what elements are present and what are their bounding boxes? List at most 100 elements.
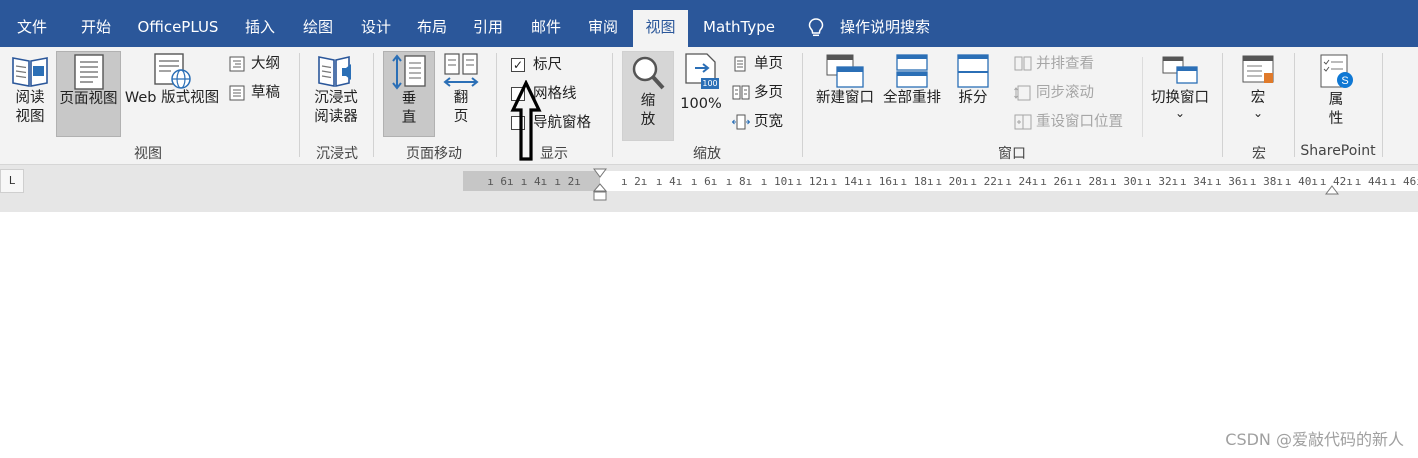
- tab-home[interactable]: 开始: [70, 10, 122, 47]
- tab-file[interactable]: 文件: [4, 10, 60, 47]
- tab-stop-selector[interactable]: L: [0, 169, 24, 193]
- sync-scroll-label: 同步滚动: [1036, 85, 1094, 101]
- group-separator: [299, 53, 300, 157]
- zoom-label-2: 放: [640, 112, 656, 128]
- zoom-100-label: 100%: [680, 96, 722, 112]
- macros-icon: [1242, 55, 1274, 83]
- tab-mathtype[interactable]: MathType: [694, 10, 784, 47]
- ruler-tick-label: ı 32ı: [1145, 175, 1179, 188]
- ruler-tick-label: ı 6ı: [487, 175, 514, 188]
- tab-draw[interactable]: 绘图: [292, 10, 344, 47]
- vertical-button[interactable]: 垂 直: [383, 51, 435, 137]
- one-page-icon: [734, 56, 746, 72]
- web-layout-button[interactable]: Web 版式视图: [122, 51, 222, 137]
- multiple-pages-button[interactable]: 多页: [732, 82, 792, 104]
- outline-icon: [229, 56, 245, 72]
- vertical-scroll-icon: [392, 54, 426, 90]
- arrange-all-button[interactable]: 全部重排: [880, 51, 944, 137]
- ruler-tick-label: ı 36ı: [1214, 175, 1249, 188]
- page-width-button[interactable]: 页宽: [732, 111, 792, 133]
- read-mode-label-1: 阅读: [15, 90, 45, 106]
- tab-stop-symbol: L: [8, 174, 16, 187]
- document-canvas[interactable]: CSDN @爱敲代码的新人: [0, 212, 1418, 458]
- draft-label: 草稿: [251, 85, 280, 101]
- tab-mailings[interactable]: 邮件: [520, 10, 572, 47]
- sync-scroll-icon: [1014, 85, 1031, 101]
- one-page-button[interactable]: 单页: [732, 53, 792, 75]
- ruler-label: 标尺: [533, 57, 562, 73]
- ruler-tick-label: ı 18ı: [900, 175, 934, 188]
- properties-button[interactable]: S 属 性: [1312, 51, 1360, 137]
- side-to-side-icon: [443, 53, 479, 87]
- tab-view[interactable]: 视图: [633, 10, 688, 47]
- immersive-reader-icon: [318, 55, 351, 88]
- horizontal-ruler[interactable]: ı 6ı ı 4ı ı 2ı ı 2ı ı 4ı ı 6ı ı 8ı ı 10ı ı 12ı ı …: [463, 168, 1418, 201]
- ruler-tick-label: ı 10ı: [760, 175, 794, 188]
- ruler-tick-label: ı 2ı: [620, 175, 648, 188]
- tab-officeplus[interactable]: OfficePLUS: [128, 10, 228, 47]
- ruler-tick-label: ı 40ı: [1284, 175, 1318, 188]
- zoom-label-1: 缩: [640, 93, 656, 109]
- ruler-bar: L ı 6ı ı 4ı ı 2ı ı 2ı ı 4ı ı 6ı ı 8ı ı 10ı ı 12ı…: [0, 165, 1418, 212]
- new-window-button[interactable]: 新建窗口: [812, 51, 878, 137]
- reset-position-icon: [1014, 114, 1032, 130]
- sharepoint-group-label: SharePoint: [1300, 143, 1376, 159]
- split-label: 拆分: [958, 90, 988, 106]
- ruler-tick-label: ı 38ı: [1249, 175, 1284, 188]
- read-mode-label-2: 视图: [15, 109, 45, 125]
- ruler-tick-label: ı 8ı: [725, 175, 753, 188]
- group-separator: [1222, 53, 1223, 157]
- ruler-tick-label: ı 4ı: [520, 175, 548, 188]
- tab-references[interactable]: 引用: [462, 10, 514, 47]
- zoom-button[interactable]: 缩 放: [622, 51, 674, 141]
- immersive-reader-button[interactable]: 沉浸式 阅读器: [308, 51, 364, 137]
- ruler-tick-label: ı 26ı: [1040, 175, 1074, 188]
- vertical-label-1: 垂: [401, 91, 417, 107]
- multiple-pages-label: 多页: [754, 85, 783, 101]
- tab-label: 文件: [16, 18, 47, 36]
- print-layout-button[interactable]: 页面视图: [56, 51, 121, 137]
- tab-layout[interactable]: 布局: [406, 10, 458, 47]
- reset-window-position-button[interactable]: 重设窗口位置: [1014, 111, 1134, 133]
- switch-windows-button[interactable]: 切换窗口 ⌄: [1146, 51, 1214, 137]
- ruler-tick-label: ı 16ı: [865, 175, 899, 188]
- zoom-100-badge: 100: [701, 78, 719, 89]
- sync-scroll-button[interactable]: 同步滚动: [1014, 82, 1124, 104]
- split-icon: [957, 54, 989, 88]
- web-layout-icon: [154, 53, 191, 89]
- macros-button[interactable]: 宏 ⌄: [1234, 51, 1282, 137]
- zoom-100-button[interactable]: 100 100%: [677, 51, 725, 137]
- outline-label: 大纲: [251, 56, 280, 72]
- hanging-indent-marker-icon[interactable]: [593, 183, 607, 201]
- split-button[interactable]: 拆分: [948, 51, 998, 137]
- side-to-side-button[interactable]: 翻 页: [438, 51, 484, 137]
- new-window-label: 新建窗口: [816, 90, 874, 106]
- tab-insert[interactable]: 插入: [234, 10, 286, 47]
- zoom-group-label: 缩放: [693, 146, 721, 162]
- tell-me-label: 操作说明搜索: [840, 18, 931, 36]
- ribbon-tab-bar: 文件 开始 OfficePLUS 插入 绘图 设计 布局 引用 邮件 审阅 视图…: [0, 0, 1418, 47]
- zoom-100-icon: 100: [683, 53, 719, 93]
- ruler-tick-label: ı 28ı: [1075, 175, 1109, 188]
- tell-me-search[interactable]: 操作说明搜索: [804, 10, 939, 47]
- view-side-by-side-button[interactable]: 并排查看: [1014, 53, 1124, 75]
- right-indent-marker-icon[interactable]: [1325, 185, 1339, 195]
- tab-label: 绘图: [302, 18, 333, 36]
- print-layout-icon: [73, 54, 104, 90]
- tab-design[interactable]: 设计: [350, 10, 402, 47]
- print-layout-label: 页面视图: [59, 91, 118, 107]
- immersive-group-label: 沉浸式: [316, 146, 358, 162]
- draft-button[interactable]: 草稿: [229, 82, 289, 104]
- ruler-tick-label: ı 2ı: [554, 175, 581, 188]
- ruler-checkbox[interactable]: ✓ 标尺: [511, 54, 581, 76]
- new-window-icon: [826, 54, 864, 88]
- side-by-side-label: 并排查看: [1036, 56, 1094, 72]
- outline-button[interactable]: 大纲: [229, 53, 289, 75]
- first-line-indent-marker-icon[interactable]: [593, 168, 607, 178]
- tab-label: OfficePLUS: [137, 18, 219, 36]
- tab-review[interactable]: 审阅: [577, 10, 629, 47]
- lightbulb-icon: [808, 18, 824, 37]
- vertical-label-2: 直: [401, 110, 417, 126]
- read-mode-button[interactable]: 阅读 视图: [6, 51, 54, 137]
- web-layout-label: Web 版式视图: [124, 90, 220, 106]
